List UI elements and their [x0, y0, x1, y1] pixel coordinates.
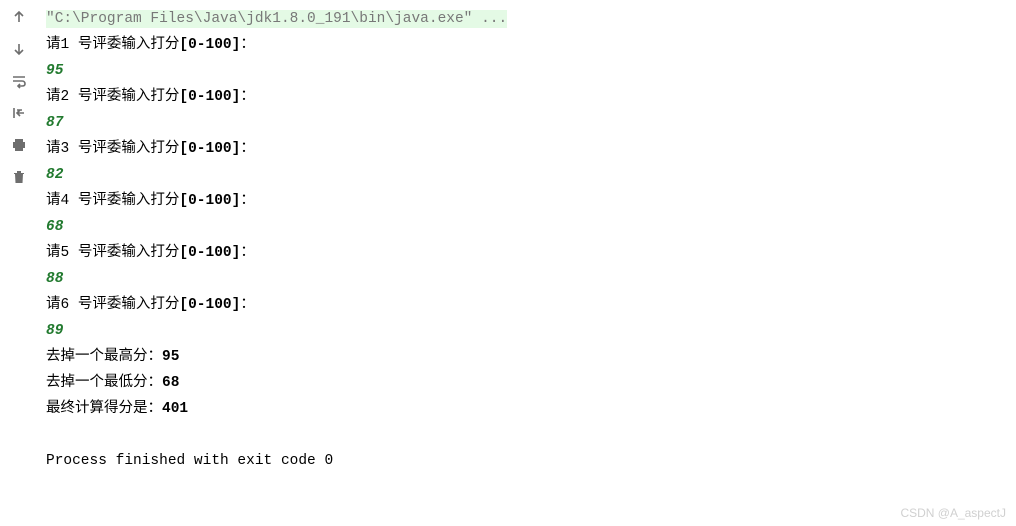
prompt-line: 请3 号评委输入打分[0-100]：: [46, 136, 1008, 162]
print-icon[interactable]: [6, 134, 32, 156]
command-line: "C:\Program Files\Java\jdk1.8.0_191\bin\…: [46, 6, 1008, 32]
user-input: 87: [46, 110, 1008, 136]
user-input: 88: [46, 266, 1008, 292]
user-input: 68: [46, 214, 1008, 240]
user-input: 89: [46, 318, 1008, 344]
result-line: 去掉一个最低分：68: [46, 370, 1008, 396]
arrow-up-icon[interactable]: [6, 6, 32, 28]
prompt-line: 请4 号评委输入打分[0-100]：: [46, 188, 1008, 214]
scroll-to-end-icon[interactable]: [6, 102, 32, 124]
arrow-down-icon[interactable]: [6, 38, 32, 60]
result-line: 最终计算得分是：401: [46, 396, 1008, 422]
console-output: "C:\Program Files\Java\jdk1.8.0_191\bin\…: [38, 0, 1016, 526]
console-toolbar: [0, 0, 38, 526]
result-line: 去掉一个最高分：95: [46, 344, 1008, 370]
prompt-line: 请2 号评委输入打分[0-100]：: [46, 84, 1008, 110]
exit-line: Process finished with exit code 0: [46, 448, 1008, 474]
prompt-line: 请5 号评委输入打分[0-100]：: [46, 240, 1008, 266]
prompt-line: 请6 号评委输入打分[0-100]：: [46, 292, 1008, 318]
soft-wrap-icon[interactable]: [6, 70, 32, 92]
watermark: CSDN @A_aspectJ: [900, 506, 1006, 520]
user-input: 82: [46, 162, 1008, 188]
user-input: 95: [46, 58, 1008, 84]
delete-icon[interactable]: [6, 166, 32, 188]
prompt-line: 请1 号评委输入打分[0-100]：: [46, 32, 1008, 58]
